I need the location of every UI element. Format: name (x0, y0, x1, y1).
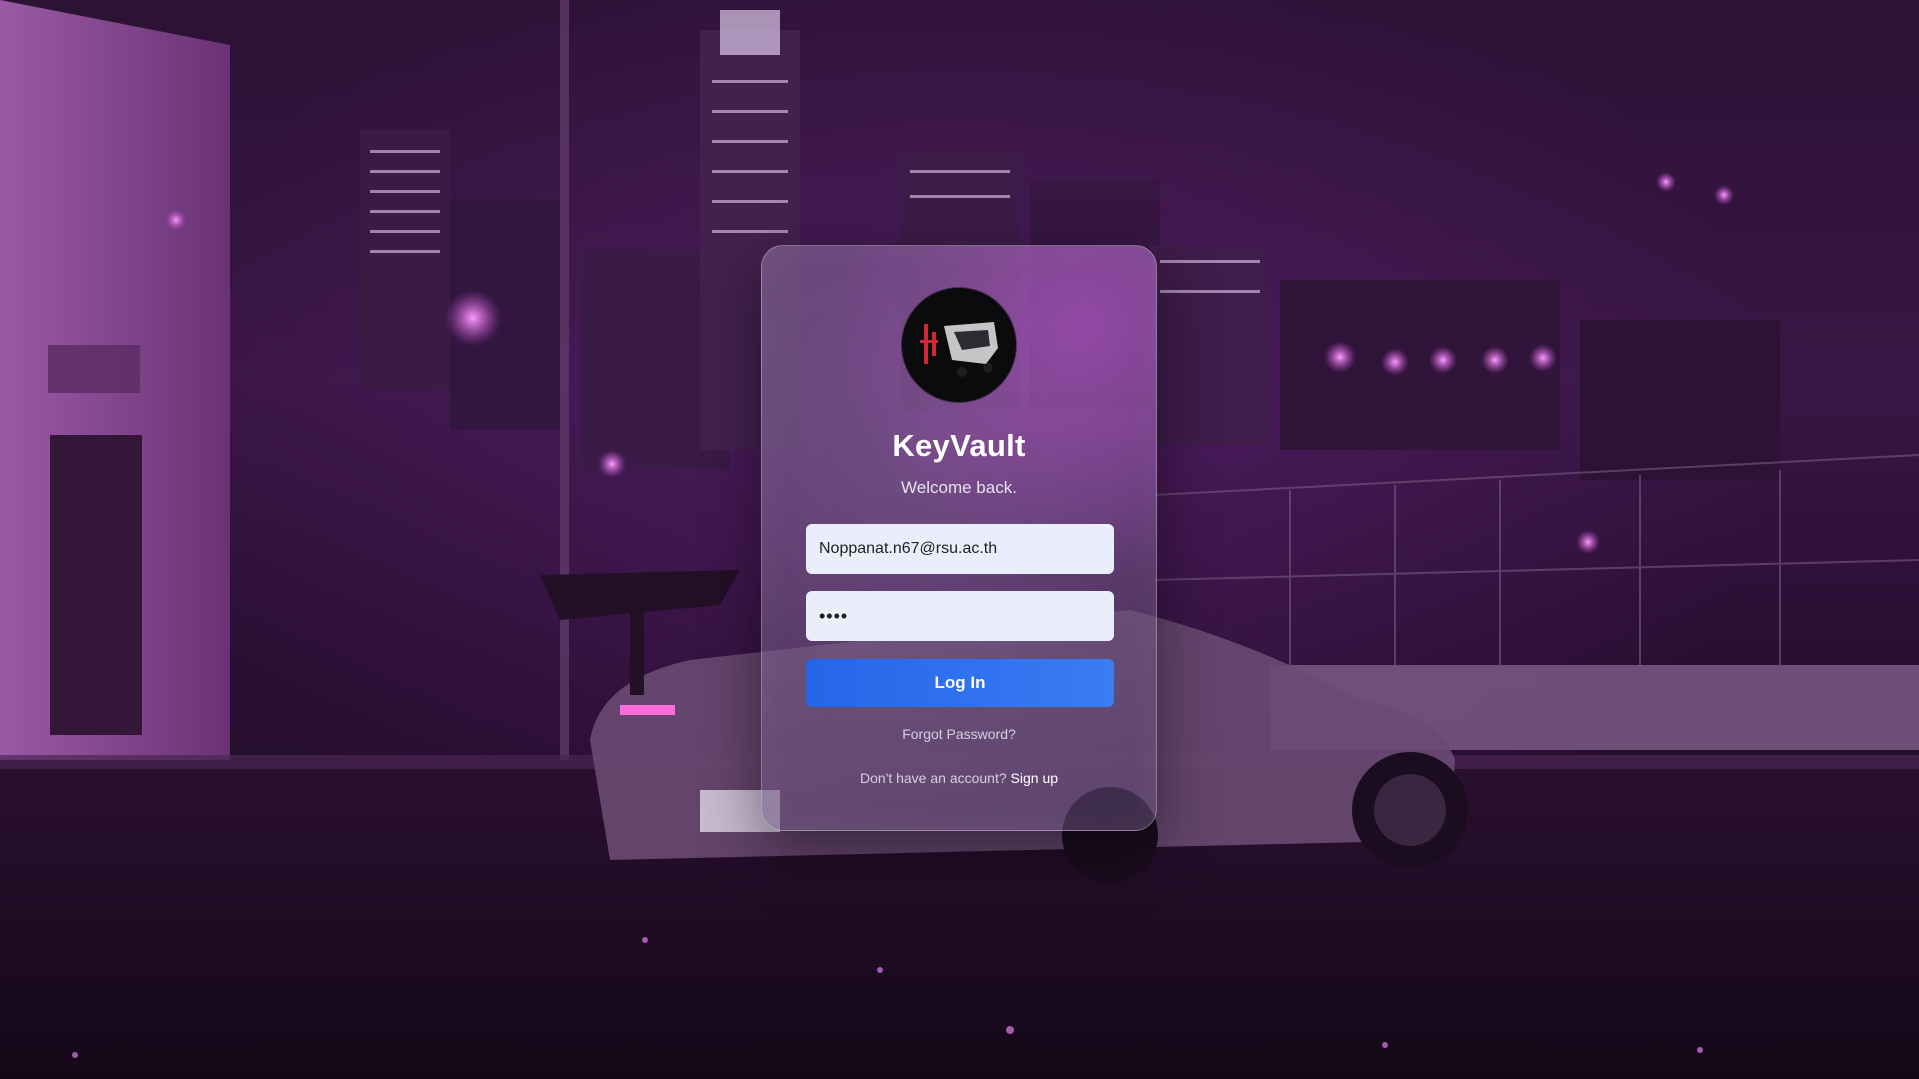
signup-row: Don't have an account? Sign up (762, 770, 1156, 786)
profile-avatar-icon (902, 288, 1016, 402)
welcome-subtitle: Welcome back. (901, 478, 1017, 497)
tower-1 (360, 130, 450, 390)
email-field[interactable] (806, 524, 1114, 574)
signup-link[interactable]: Sign up (1011, 770, 1058, 786)
tower-8 (1280, 280, 1560, 450)
login-button[interactable]: Log In (806, 659, 1114, 707)
forgot-password-link[interactable]: Forgot Password? (762, 726, 1156, 742)
login-screen: KeyVault Welcome back. Log In Forgot Pas… (0, 0, 1919, 1079)
tower-9 (1580, 320, 1780, 480)
app-title: KeyVault (892, 428, 1026, 463)
tower-7 (1150, 245, 1270, 445)
login-card: KeyVault Welcome back. Log In Forgot Pas… (761, 245, 1157, 831)
signup-prompt: Don't have an account? (859, 770, 1007, 786)
left-door (50, 435, 142, 735)
password-field[interactable] (806, 591, 1114, 641)
